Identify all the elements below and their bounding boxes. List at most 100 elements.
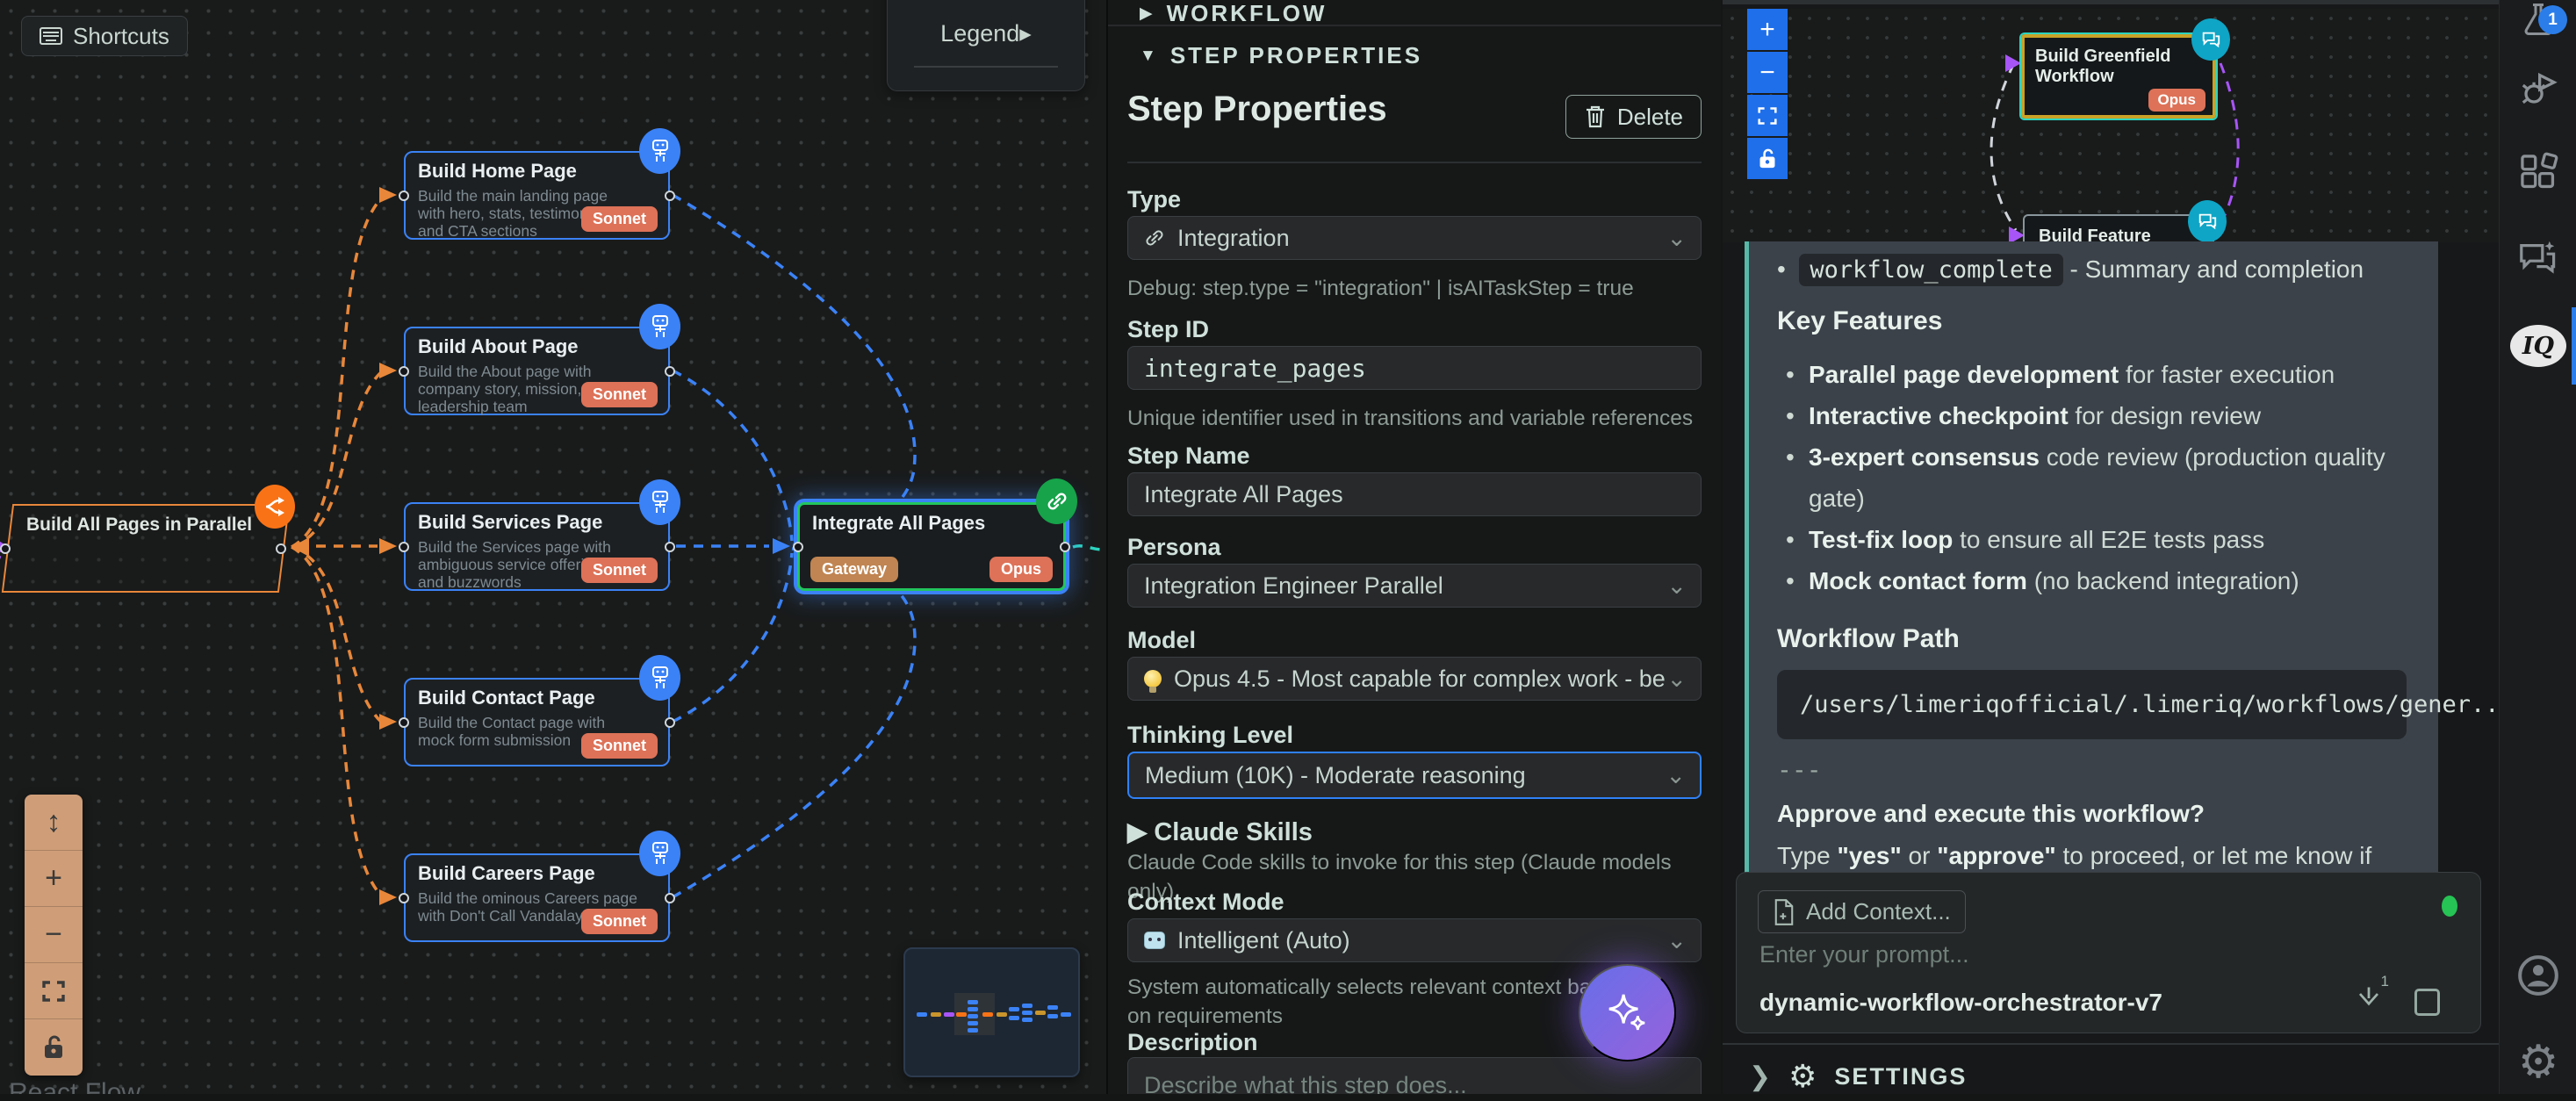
node-integrate-all-pages[interactable]: Integrate All Pages Gateway Opus bbox=[797, 502, 1066, 591]
node-title: Build About Page bbox=[418, 335, 656, 358]
step-id-field[interactable] bbox=[1127, 346, 1702, 390]
chat-sparkle-icon bbox=[2517, 237, 2559, 279]
activity-account-item[interactable] bbox=[2500, 937, 2576, 1014]
workflow-preview-canvas[interactable]: + − Build Greenfield Workflow Opus Build… bbox=[1723, 9, 2499, 242]
shortcuts-button[interactable]: Shortcuts bbox=[21, 16, 188, 56]
integration-link-icon bbox=[1036, 479, 1077, 524]
connection-status-dot bbox=[2442, 896, 2457, 917]
step-name-input[interactable] bbox=[1144, 481, 1685, 508]
step-id-label: Step ID bbox=[1127, 316, 1209, 343]
preview-node-greenfield[interactable]: Build Greenfield Workflow Opus bbox=[2019, 32, 2218, 120]
activity-extensions-item[interactable] bbox=[2500, 133, 2576, 211]
output-handle[interactable] bbox=[665, 542, 675, 552]
input-handle[interactable] bbox=[399, 191, 409, 201]
auto-layout-button[interactable]: ↕ bbox=[25, 795, 83, 851]
claude-skills-header[interactable]: ▶ Claude Skills bbox=[1127, 817, 1313, 847]
node-build-home-page[interactable]: Build Home Page Build the main landing p… bbox=[404, 151, 670, 240]
preview-lock-button[interactable] bbox=[1747, 138, 1788, 179]
stop-button[interactable] bbox=[2414, 989, 2440, 1016]
arrows-vertical-icon: ↕ bbox=[47, 805, 61, 839]
output-handle[interactable] bbox=[276, 543, 286, 554]
settings-section-header[interactable]: ❯ ⚙ SETTINGS bbox=[1749, 1058, 1967, 1094]
lock-icon bbox=[1758, 148, 1777, 169]
type-select[interactable]: Integration ⌄ bbox=[1127, 216, 1702, 260]
prompt-input[interactable] bbox=[1759, 941, 2286, 968]
model-badge: Sonnet bbox=[581, 558, 658, 583]
debug-text: Debug: step.type = "integration" | isAIT… bbox=[1127, 274, 1702, 303]
prompt-card[interactable]: Add Context... dynamic-workflow-orchestr… bbox=[1736, 872, 2481, 1033]
gear-icon: ⚙ bbox=[1788, 1058, 1817, 1094]
minimap[interactable] bbox=[903, 947, 1080, 1077]
output-handle[interactable] bbox=[665, 717, 675, 728]
step-name-field[interactable] bbox=[1127, 472, 1702, 516]
activity-chat-item[interactable] bbox=[2500, 219, 2576, 297]
model-badge: Opus bbox=[2148, 89, 2205, 112]
minimap-node bbox=[968, 1000, 978, 1004]
minus-icon: − bbox=[1759, 58, 1775, 88]
workflow-section-header[interactable]: ▶ WORKFLOW bbox=[1108, 0, 1721, 26]
bug-play-icon bbox=[2518, 69, 2558, 110]
lock-button[interactable] bbox=[25, 1019, 83, 1076]
add-context-button[interactable]: Add Context... bbox=[1758, 890, 1966, 933]
step-id-input[interactable] bbox=[1144, 354, 1685, 383]
activity-settings-item[interactable]: ⚙ bbox=[2500, 1024, 2576, 1101]
output-handle[interactable] bbox=[1060, 542, 1070, 552]
persona-select[interactable]: Integration Engineer Parallel ⌄ bbox=[1127, 564, 1702, 608]
scroll-down-indicator[interactable]: 1 bbox=[2356, 985, 2382, 1016]
preview-zoom-controls[interactable]: + − bbox=[1747, 9, 1788, 181]
node-title: Build Careers Page bbox=[418, 862, 656, 885]
model-select[interactable]: Opus 4.5 - Most capable for complex work… bbox=[1127, 657, 1702, 701]
minimap-node bbox=[968, 1028, 978, 1033]
ai-assist-fab[interactable] bbox=[1579, 964, 1676, 1061]
thinking-level-select[interactable]: Medium (10K) - Moderate reasoning ⌄ bbox=[1127, 752, 1702, 799]
preview-fit-view-button[interactable] bbox=[1747, 95, 1788, 136]
minimap-node bbox=[1035, 1011, 1046, 1015]
legend-panel[interactable]: Legend▸ bbox=[887, 0, 1085, 91]
legend-label[interactable]: Legend▸ bbox=[888, 20, 1084, 47]
node-title: Build Services Page bbox=[418, 511, 656, 534]
input-handle[interactable] bbox=[399, 893, 409, 903]
input-handle[interactable] bbox=[399, 717, 409, 728]
zoom-in-button[interactable]: + bbox=[25, 851, 83, 907]
input-handle[interactable] bbox=[0, 543, 11, 554]
node-build-careers-page[interactable]: Build Careers Page Build the ominous Car… bbox=[404, 853, 670, 942]
fit-view-button[interactable] bbox=[25, 963, 83, 1019]
context-mode-select[interactable]: Intelligent (Auto) ⌄ bbox=[1127, 918, 1702, 962]
node-build-about-page[interactable]: Build About Page Build the About page wi… bbox=[404, 327, 670, 415]
activity-iq-item[interactable]: IQ bbox=[2500, 307, 2576, 385]
context-mode-help: System automatically selects relevant co… bbox=[1127, 973, 1654, 1031]
panel-title: Step Properties bbox=[1127, 90, 1387, 129]
output-handle[interactable] bbox=[665, 893, 675, 903]
iq-logo: IQ bbox=[2510, 325, 2566, 367]
assistant-panel: + − Build Greenfield Workflow Opus Build… bbox=[1723, 0, 2499, 1094]
node-build-contact-page[interactable]: Build Contact Page Build the Contact pag… bbox=[404, 678, 670, 766]
input-handle[interactable] bbox=[793, 542, 803, 552]
workflow-canvas[interactable]: Shortcuts Legend▸ Build Home Page Build … bbox=[0, 0, 1106, 1094]
model-badge: Sonnet bbox=[581, 909, 658, 934]
activity-run-debug-item[interactable] bbox=[2500, 51, 2576, 128]
extensions-icon bbox=[2518, 152, 2558, 192]
description-textarea[interactable]: Describe what this step does... bbox=[1127, 1057, 1702, 1094]
bullet-text: - Summary and completion bbox=[2070, 255, 2364, 283]
minimap-node bbox=[1061, 1012, 1071, 1017]
canvas-controls[interactable]: ↕ + − bbox=[25, 795, 83, 1076]
chevron-right-icon: ❯ bbox=[1749, 1061, 1771, 1092]
delete-step-button[interactable]: Delete bbox=[1565, 95, 1702, 139]
activity-beaker-item[interactable] bbox=[2500, 0, 2576, 58]
node-build-services-page[interactable]: Build Services Page Build the Services p… bbox=[404, 502, 670, 591]
input-handle[interactable] bbox=[399, 542, 409, 552]
gear-icon: ⚙ bbox=[2518, 1036, 2559, 1089]
workflow-section-label: WORKFLOW bbox=[1167, 0, 1328, 27]
step-properties-section-header[interactable]: ▼ STEP PROPERTIES bbox=[1108, 42, 1721, 74]
preview-zoom-out-button[interactable]: − bbox=[1747, 52, 1788, 93]
minimap-node bbox=[1022, 1004, 1033, 1008]
collapse-down-icon: ▼ bbox=[1140, 47, 1156, 66]
node-build-all-pages-parallel[interactable]: Build All Pages in Parallel bbox=[7, 504, 284, 593]
input-handle[interactable] bbox=[399, 366, 409, 377]
node-title: Build Greenfield Workflow bbox=[2035, 47, 2202, 87]
output-handle[interactable] bbox=[665, 191, 675, 201]
zoom-out-button[interactable]: − bbox=[25, 907, 83, 963]
preview-zoom-in-button[interactable]: + bbox=[1747, 9, 1788, 50]
model-value: Opus 4.5 - Most capable for complex work… bbox=[1174, 666, 1666, 693]
output-handle[interactable] bbox=[665, 366, 675, 377]
